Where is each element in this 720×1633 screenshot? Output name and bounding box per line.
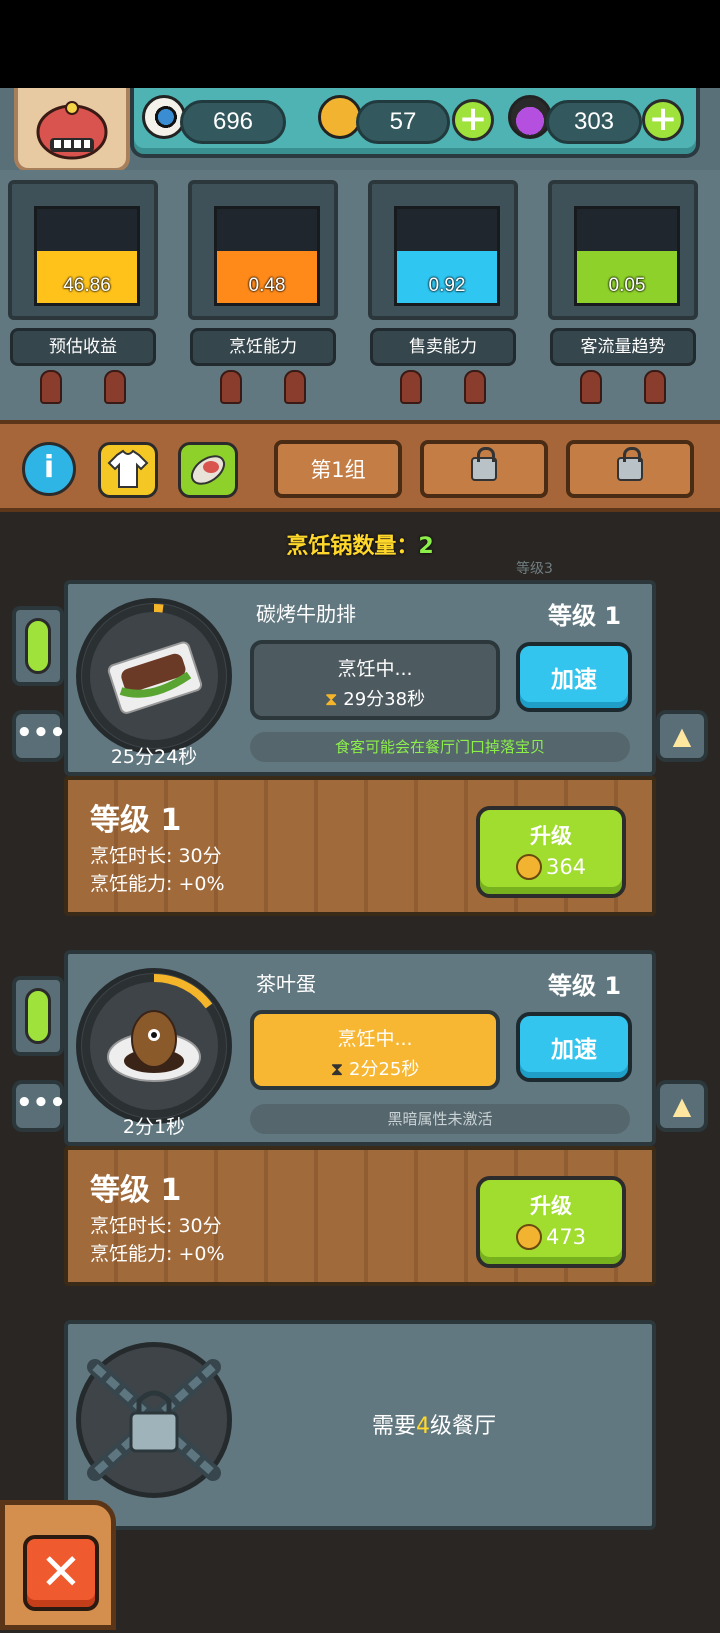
slot-2-hint: 黑暗属性未激活 (250, 1104, 630, 1134)
background-level-label: 等级3 (516, 561, 553, 577)
slot-1-more-button[interactable]: ••• (12, 710, 66, 762)
slot-1-info-power: 烹饪能力: +0% (90, 873, 225, 895)
close-button[interactable]: ✕ (23, 1535, 99, 1611)
pot-count: 烹饪锅数量：2 (0, 528, 720, 560)
gauge-label: 预估收益 (10, 328, 156, 366)
coin-icon (515, 1224, 542, 1250)
slot-1-status: 烹饪中... ⧗ 29分38秒 (250, 640, 500, 720)
slot-1-upgrade-cost: 364 (545, 855, 587, 879)
gauge-value: 0.48 (248, 275, 286, 296)
gauge-label: 客流量趋势 (550, 328, 696, 366)
slot-2-toggle[interactable] (12, 976, 64, 1056)
gauge-value: 0.92 (428, 275, 466, 296)
slot-2-progress-ring (82, 974, 226, 1118)
pot-count-value: 2 (418, 534, 434, 559)
gauge-value: 0.05 (608, 275, 646, 296)
slot-2-dish-name: 茶叶蛋 (256, 972, 316, 996)
locked-slot-suffix: 级餐厅 (430, 1414, 497, 1439)
hourglass-icon: ⧗ (324, 689, 338, 710)
info-icon[interactable]: i (22, 442, 76, 496)
gauge-estimated-income: 46.86 预估收益 (8, 180, 158, 404)
slot-2-info-level: 等级 1 (90, 1173, 182, 1208)
pot-count-label: 烹饪锅数量： (286, 534, 419, 559)
slot-2-status: 烹饪中... ⧗ 2分25秒 (250, 1010, 500, 1090)
tab-group-1[interactable]: 第1组 (274, 440, 402, 498)
slot-1-timer: 25分24秒 (110, 746, 198, 768)
slot-1-info: 等级 1 烹饪时长: 30分 烹饪能力: +0% (90, 800, 225, 898)
slot-2-speed-up-button[interactable]: 加速 (516, 1012, 632, 1082)
gauge-cooking-power: 0.48 烹饪能力 (188, 180, 338, 404)
lock-icon (617, 447, 643, 481)
slot-2-more-button[interactable]: ••• (12, 1080, 66, 1132)
locked-slot-requirement: 需要4级餐厅 (372, 1408, 496, 1440)
slot-2-info-power: 烹饪能力: +0% (90, 1243, 225, 1265)
gauge-selling-power: 0.92 售卖能力 (368, 180, 518, 404)
slot-2-upgrade-cost: 473 (545, 1225, 587, 1249)
locked-slot-level: 4 (416, 1414, 431, 1439)
ribs-dish-icon (107, 641, 203, 714)
close-panel: ✕ (0, 1500, 116, 1630)
slot-2-status-text: 烹饪中... (337, 1028, 413, 1050)
potion-count: 303 (546, 100, 642, 144)
slot-2-info-time: 烹饪时长: 30分 (90, 1215, 222, 1237)
monster-avatar-icon (36, 101, 108, 160)
gauge-traffic-trend: 0.05 客流量趋势 (548, 180, 698, 404)
slot-2-timer: 2分1秒 (122, 1116, 186, 1138)
slot-2-dish-circle[interactable] (76, 968, 232, 1124)
add-potion-button[interactable]: + (642, 99, 684, 141)
slot-1-remaining: 29分38秒 (343, 689, 426, 710)
coin-icon (515, 854, 542, 880)
slot-1-toggle[interactable] (12, 606, 64, 686)
slot-1-collapse-button[interactable]: ▲ (656, 710, 708, 762)
slot-2-remaining: 2分25秒 (349, 1059, 420, 1080)
locked-slot-circle (76, 1342, 232, 1498)
gauge-label: 烹饪能力 (190, 328, 336, 366)
gauge-label: 售卖能力 (370, 328, 516, 366)
slot-1-upgrade-label: 升级 (530, 824, 572, 848)
chained-lock-icon (87, 1359, 221, 1481)
ham-icon[interactable] (178, 442, 238, 498)
slot-2-info: 等级 1 烹饪时长: 30分 烹饪能力: +0% (90, 1170, 225, 1268)
slot-1-level: 等级 1 (548, 602, 622, 630)
hourglass-icon: ⧗ (330, 1059, 344, 1080)
slot-1-dish-name: 碳烤牛肋排 (256, 602, 356, 626)
shirt-icon[interactable] (98, 442, 158, 498)
slot-2-collapse-button[interactable]: ▲ (656, 1080, 708, 1132)
slot-1-progress-ring (82, 604, 226, 748)
status-bar (0, 0, 720, 88)
slot-1-speed-up-button[interactable]: 加速 (516, 642, 632, 712)
tea-egg-dish-icon (107, 1010, 201, 1082)
slot-2-upgrade-button[interactable]: 升级 473 (476, 1176, 626, 1268)
player-avatar[interactable] (14, 88, 130, 172)
slot-1-info-time: 烹饪时长: 30分 (90, 845, 222, 867)
slot-1-hint: 食客可能会在餐厅门口掉落宝贝 (250, 732, 630, 762)
gauge-value: 46.86 (63, 275, 111, 296)
slot-2-level: 等级 1 (548, 972, 622, 1000)
add-coins-button[interactable]: + (452, 99, 494, 141)
slot-1-info-level: 等级 1 (90, 803, 182, 838)
slot-1-status-text: 烹饪中... (337, 658, 413, 680)
slot-2-upgrade-label: 升级 (530, 1194, 572, 1218)
coin-count: 57 (356, 100, 450, 144)
lock-icon (471, 447, 497, 481)
locked-slot-prefix: 需要 (372, 1414, 417, 1439)
slot-1-upgrade-button[interactable]: 升级 364 (476, 806, 626, 898)
tab-group-locked-2[interactable] (420, 440, 548, 498)
eyeball-count: 696 (180, 100, 286, 144)
slot-1-dish-circle[interactable] (76, 598, 232, 754)
tab-group-locked-3[interactable] (566, 440, 694, 498)
